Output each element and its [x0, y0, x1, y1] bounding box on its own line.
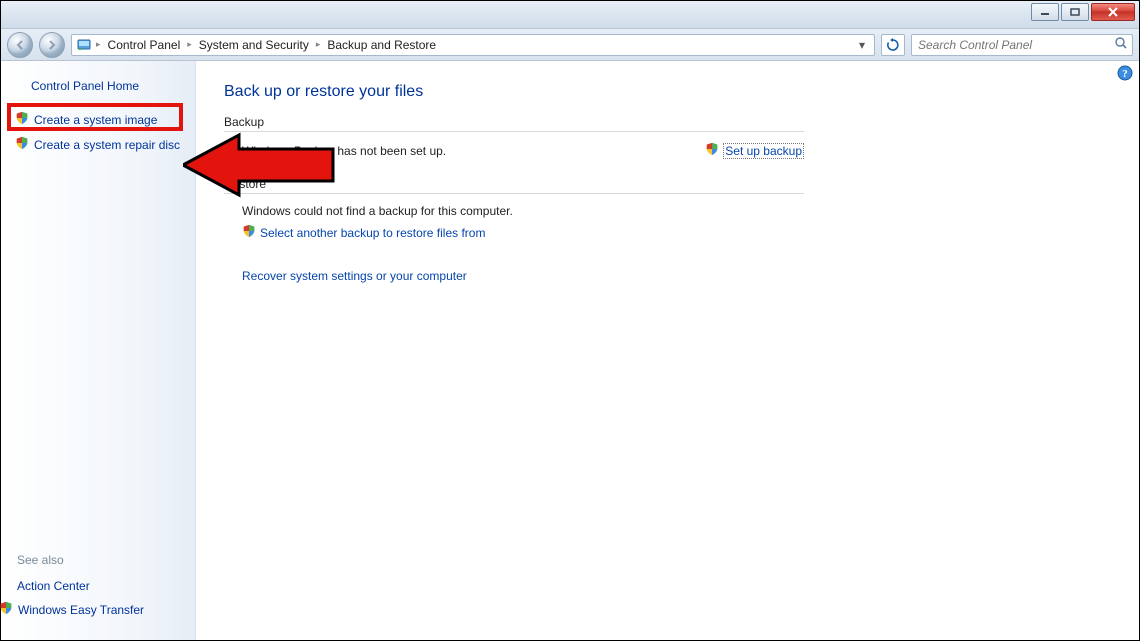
control-panel-home-link[interactable]: Control Panel Home — [1, 79, 195, 107]
chevron-right-icon: ▸ — [316, 39, 321, 50]
restore-section-header: Restore — [224, 177, 804, 194]
search-icon — [1114, 36, 1128, 53]
sidebar: Control Panel Home Create a system image — [1, 61, 196, 640]
maximize-button[interactable] — [1061, 3, 1089, 21]
content-area: Control Panel Home Create a system image — [1, 61, 1139, 640]
address-dropdown-icon[interactable]: ▾ — [854, 38, 870, 52]
search-input[interactable] — [916, 37, 1114, 53]
see-also-section: See also Action Center Windows Easy Tran… — [1, 553, 195, 640]
shield-icon — [15, 136, 29, 153]
breadcrumb-system-security[interactable]: System and Security — [196, 35, 312, 55]
restore-section: Restore Windows could not find a backup … — [224, 177, 804, 283]
see-also-easy-transfer[interactable]: Windows Easy Transfer — [17, 597, 179, 622]
see-also-header: See also — [17, 553, 179, 567]
shield-icon — [705, 142, 719, 159]
sidebar-task-create-system-image[interactable]: Create a system image — [1, 107, 195, 132]
navigation-bar: ▸ Control Panel ▸ System and Security ▸ … — [1, 29, 1139, 61]
backup-section-header: Backup — [224, 115, 804, 132]
back-button[interactable] — [7, 32, 33, 58]
sidebar-task-label: Create a system image — [34, 113, 157, 127]
breadcrumb-control-panel[interactable]: Control Panel — [105, 35, 184, 55]
help-icon[interactable]: ? — [1117, 65, 1133, 84]
breadcrumb-backup-restore[interactable]: Backup and Restore — [324, 35, 439, 55]
sidebar-task-label: Create a system repair disc — [34, 138, 180, 152]
setup-backup-link[interactable]: Set up backup — [723, 143, 804, 159]
see-also-action-center[interactable]: Action Center — [17, 575, 179, 597]
chevron-right-icon: ▸ — [187, 39, 192, 50]
window-titlebar — [1, 1, 1139, 29]
backup-status-text: Windows Backup has not been set up. — [242, 144, 446, 158]
chevron-right-icon: ▸ — [96, 39, 101, 50]
refresh-button[interactable] — [881, 34, 905, 56]
control-panel-icon — [76, 37, 92, 53]
page-title: Back up or restore your files — [224, 83, 1111, 101]
recover-settings-link[interactable]: Recover system settings or your computer — [242, 269, 467, 283]
backup-section: Backup Windows Backup has not been set u… — [224, 115, 804, 159]
shield-icon — [0, 601, 13, 618]
sidebar-task-create-repair-disc[interactable]: Create a system repair disc — [1, 132, 195, 157]
search-box[interactable] — [911, 34, 1133, 56]
shield-icon — [15, 111, 29, 128]
forward-button[interactable] — [39, 32, 65, 58]
minimize-button[interactable] — [1031, 3, 1059, 21]
address-bar[interactable]: ▸ Control Panel ▸ System and Security ▸ … — [71, 34, 875, 56]
select-another-backup-link[interactable]: Select another backup to restore files f… — [260, 226, 485, 240]
main-pane: ? Back up or restore your files Backup W… — [196, 61, 1139, 640]
svg-text:?: ? — [1122, 68, 1128, 80]
restore-status-text: Windows could not find a backup for this… — [224, 204, 804, 218]
close-button[interactable] — [1091, 3, 1135, 21]
shield-icon — [242, 224, 256, 241]
